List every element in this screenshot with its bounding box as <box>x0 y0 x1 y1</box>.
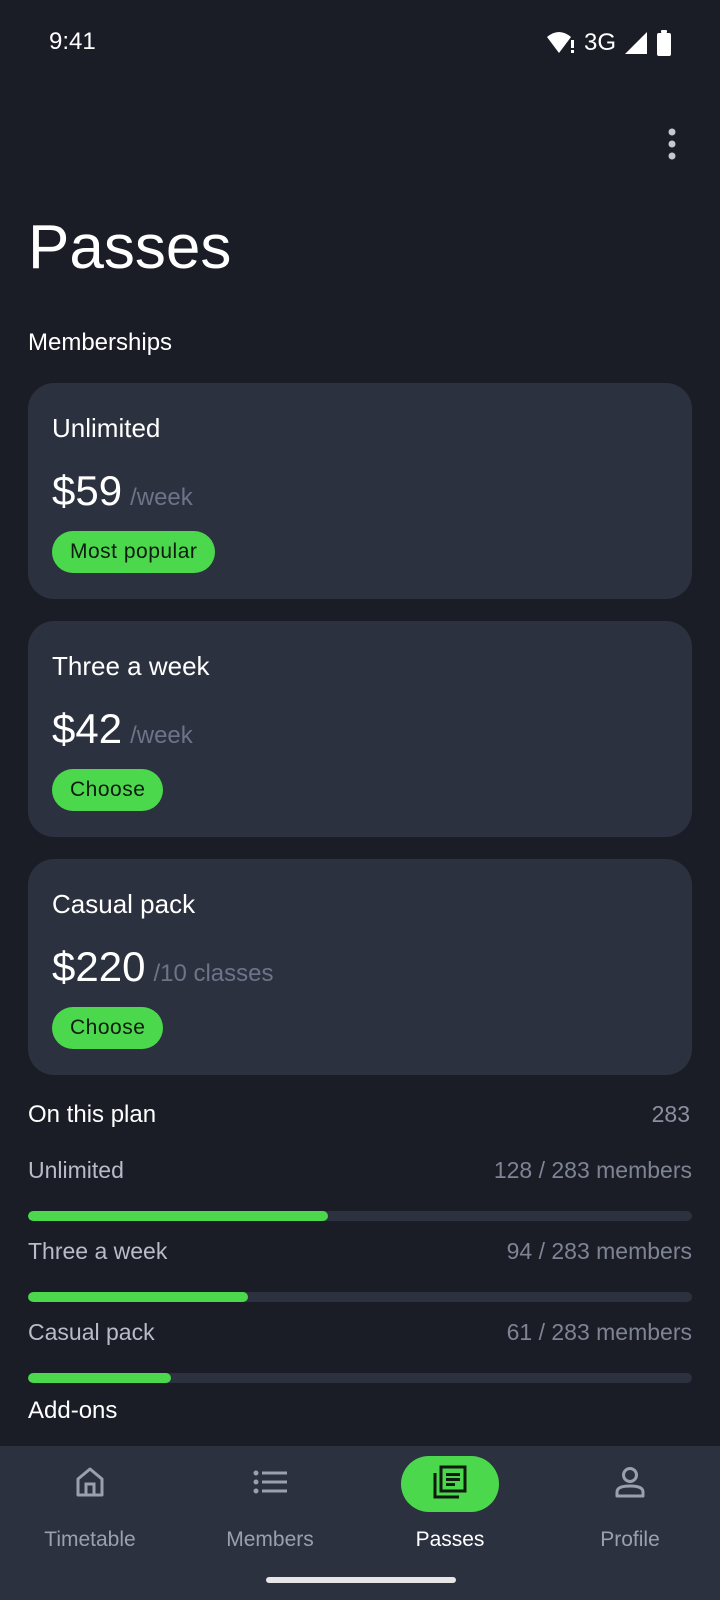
card-price: $59 <box>52 467 123 514</box>
card-period: /10 classes <box>153 960 274 987</box>
card-period: /week <box>130 484 193 511</box>
progress-track <box>28 1292 692 1302</box>
card-period: /week <box>130 722 193 749</box>
progress-fill <box>28 1292 249 1302</box>
card-name: Three a week <box>52 651 210 681</box>
membership-card-casual-pack[interactable]: Casual pack $220 /10 classes Choose <box>28 859 692 1075</box>
progress-fill <box>28 1211 329 1221</box>
nav-label: Timetable <box>44 1528 136 1551</box>
most-popular-badge[interactable]: Most popular <box>52 531 216 573</box>
bar-count: 94 / 283 members <box>506 1238 692 1264</box>
choose-button[interactable]: Choose <box>52 1007 164 1049</box>
status-bar: 9:41 3G <box>0 0 720 88</box>
home-indicator[interactable] <box>266 1577 456 1583</box>
choose-button[interactable]: Choose <box>52 769 164 811</box>
bar-label: Three a week <box>28 1238 168 1264</box>
network-type: 3G <box>583 29 616 56</box>
card-name: Unlimited <box>52 413 161 443</box>
nav-item-members[interactable]: Members <box>180 1446 360 1570</box>
nav-label: Passes <box>415 1528 485 1551</box>
list-icon <box>253 1470 287 1499</box>
nav-label: Members <box>226 1528 314 1551</box>
status-time: 9:41 <box>49 28 96 55</box>
bar-label: Casual pack <box>28 1319 155 1345</box>
nav-label: Profile <box>600 1528 660 1551</box>
addons-heading: Add-ons <box>28 1397 118 1424</box>
card-price: $42 <box>52 705 123 752</box>
membership-card-three-a-week[interactable]: Three a week $42 /week Choose <box>28 621 692 837</box>
bar-count: 128 / 283 members <box>493 1157 692 1183</box>
membership-card-unlimited[interactable]: Unlimited $59 /week Most popular <box>28 383 692 599</box>
progress-track <box>28 1211 692 1221</box>
card-price: $220 <box>52 943 146 990</box>
nav-icon-container <box>581 1456 679 1512</box>
nav-item-profile[interactable]: Profile <box>540 1446 720 1570</box>
bar-count: 61 / 283 members <box>506 1319 692 1345</box>
progress-fill <box>28 1373 172 1383</box>
progress-track <box>28 1373 692 1383</box>
bar-label: Unlimited <box>28 1157 124 1183</box>
more-options-button[interactable] <box>650 124 694 168</box>
passes-icon <box>432 1464 468 1505</box>
nav-icon-container <box>401 1456 499 1512</box>
card-name: Casual pack <box>52 889 196 919</box>
on-this-plan-heading: On this plan <box>28 1101 157 1128</box>
nav-icon-container <box>221 1456 319 1512</box>
card-price-row: $59 /week <box>52 467 193 515</box>
nav-icon-container <box>41 1456 139 1512</box>
more-vert-icon <box>667 128 677 165</box>
wifi-icon <box>546 30 576 56</box>
person-icon <box>614 1466 646 1503</box>
home-icon <box>75 1466 105 1503</box>
nav-item-passes[interactable]: Passes <box>360 1446 540 1570</box>
plan-total-count: 283 <box>651 1101 690 1127</box>
memberships-heading: Memberships <box>28 329 173 356</box>
nav-item-timetable[interactable]: Timetable <box>0 1446 180 1570</box>
status-icons: 3G <box>546 28 672 58</box>
signal-icon <box>624 31 648 55</box>
card-price-row: $42 /week <box>52 705 193 753</box>
card-price-row: $220 /10 classes <box>52 943 274 991</box>
battery-icon <box>656 30 672 56</box>
page-title: Passes <box>28 213 232 282</box>
